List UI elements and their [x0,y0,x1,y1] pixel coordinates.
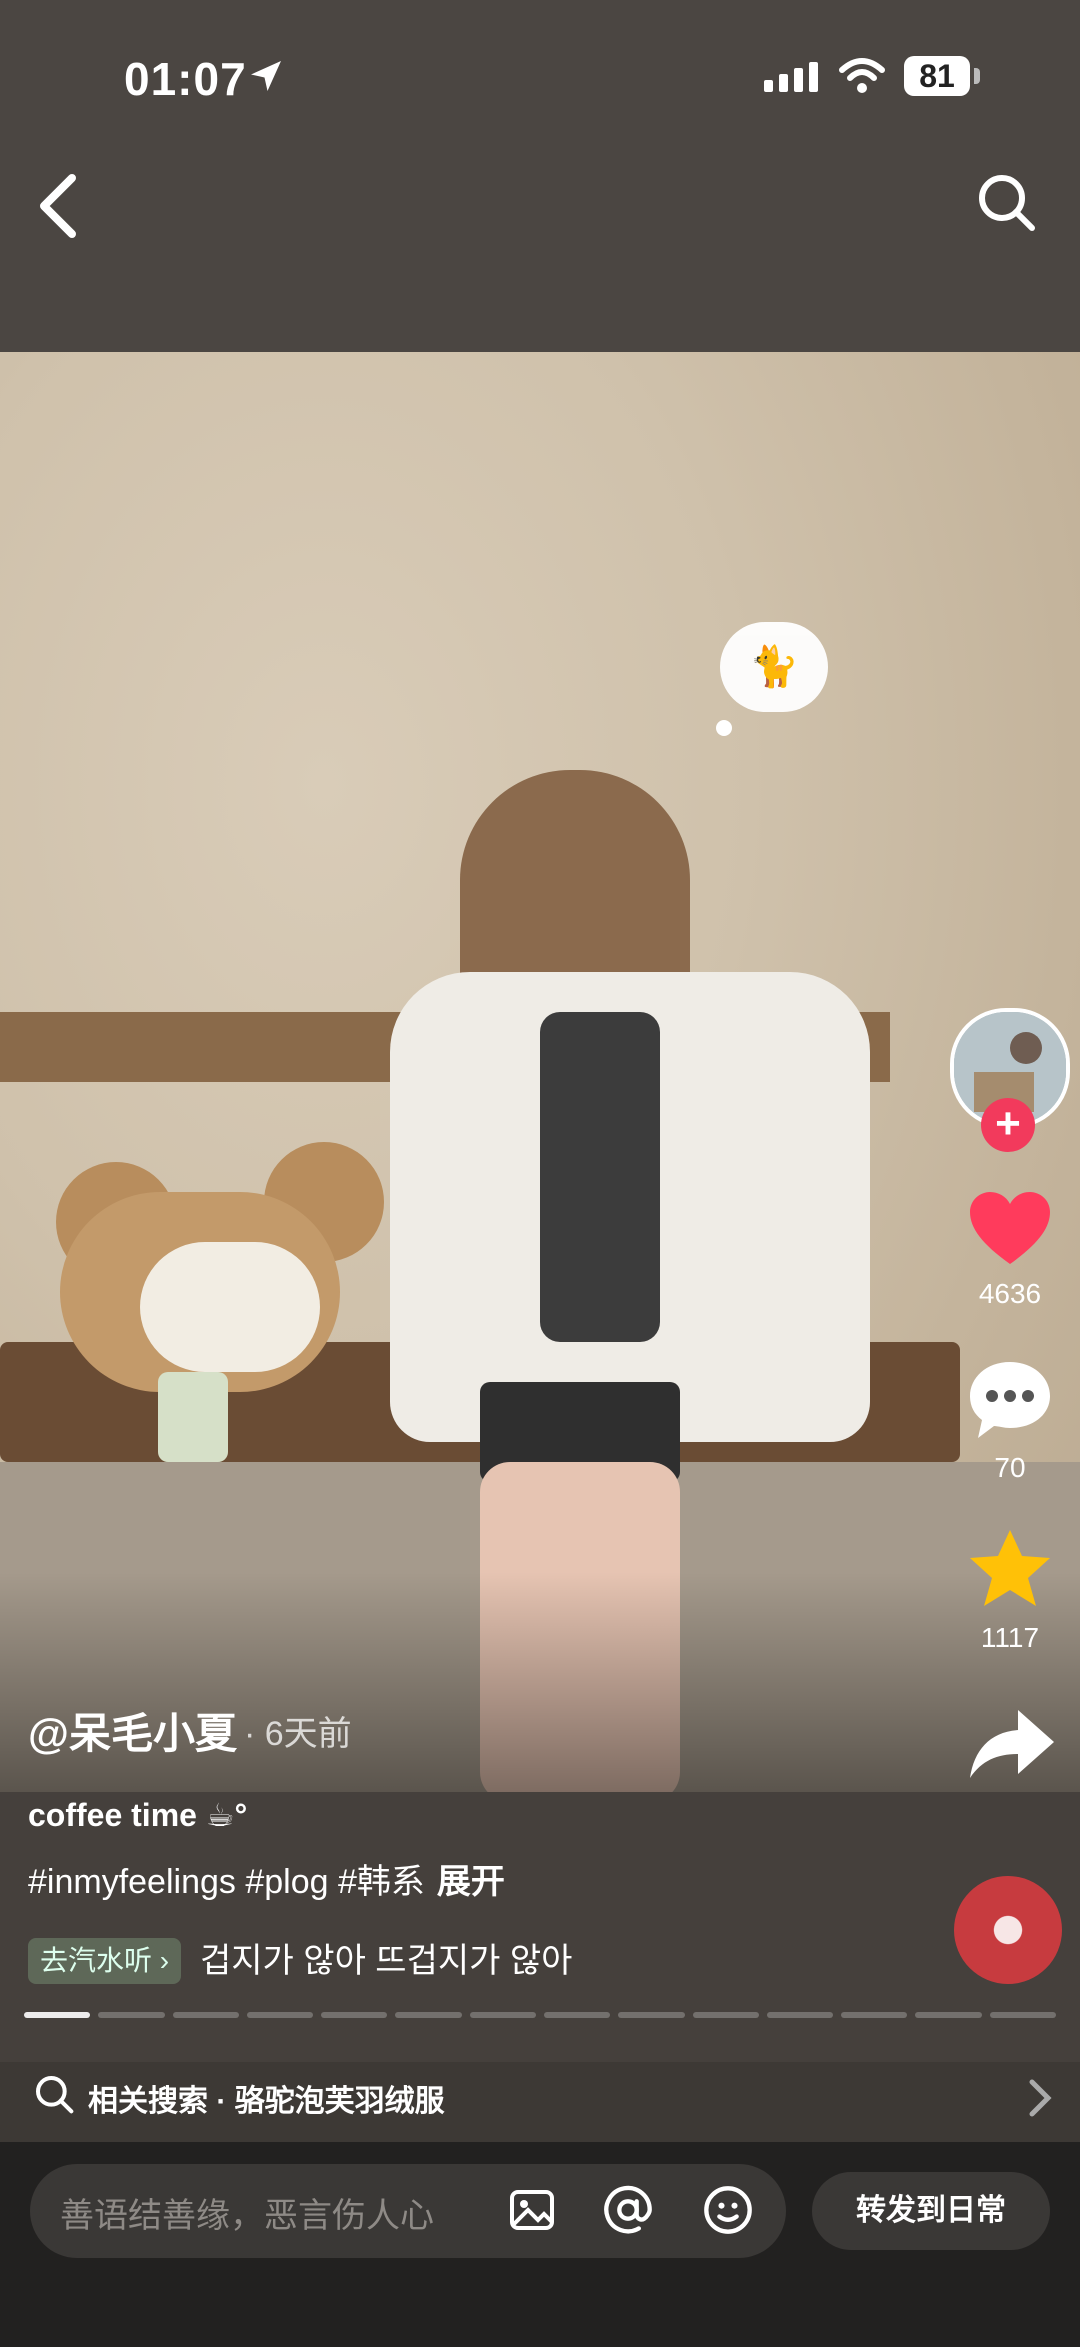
progress-segment [618,2012,685,2018]
wifi-icon [839,58,885,93]
progress-segment [24,2012,91,2018]
chevron-right-icon[interactable] [1028,2078,1052,2118]
post-photo[interactable]: 🐈 [0,352,1080,1792]
search-icon[interactable] [976,172,1036,232]
location-arrow-icon [251,61,281,91]
music-disc[interactable] [954,1876,1062,1984]
progress-segment [469,2012,536,2018]
author-name[interactable]: @呆毛小夏 [28,1700,237,1761]
progress-segment [692,2012,759,2018]
share-arrow-icon[interactable] [966,1706,1056,1782]
progress-segment [246,2012,314,2018]
emoji-icon[interactable] [702,2184,754,2236]
progress-segment [172,2012,239,2018]
progress-segment [841,2012,908,2018]
status-bar: 01:07 81 [0,0,1080,160]
thought-bubble: 🐈 [720,622,828,712]
music-app-badge[interactable]: 去汽水听 › [28,1938,182,1984]
teddy-bear-face [140,1242,320,1372]
progress-segment [915,2012,982,2018]
expand-link[interactable]: 展开 [437,1863,505,1901]
comment-count: 70 [994,1452,1026,1483]
thought-bubble-dot [716,720,732,736]
progress-segment [98,2012,165,2018]
progress-segment [989,2012,1056,2018]
status-time: 01:07 [124,53,247,105]
favorite-count: 1117 [980,1622,1040,1653]
progress-segment [766,2012,834,2018]
related-search-text[interactable]: 相关搜索 · 骆驼泡芙羽绒服 [88,2076,445,2120]
comment-bubble-icon[interactable] [966,1358,1054,1442]
post-tags[interactable]: #inmyfeelings #plog #韩系 展开 [28,1854,505,1903]
battery-level: 81 [904,56,970,96]
music-title[interactable]: 겁지가 않아 뜨겁지가 않아 [200,1938,572,1984]
hashtags[interactable]: #inmyfeelings #plog #韩系 [28,1863,425,1901]
progress-segment [321,2012,388,2018]
heart-icon[interactable] [966,1188,1054,1268]
post-time: · 6天前 [244,1715,352,1753]
cellular-signal-icon [764,62,818,92]
like-count: 4636 [978,1278,1042,1309]
post-caption: coffee time ☕︎° [28,1797,248,1833]
progress-segment [543,2012,611,2018]
at-mention-icon[interactable] [602,2184,654,2236]
forward-to-daily-button[interactable]: 转发到日常 [812,2172,1050,2250]
drink-cup [158,1372,228,1462]
follow-button[interactable]: + [981,1098,1035,1152]
battery-tip [974,68,980,84]
star-favorite-icon[interactable] [966,1526,1054,1610]
progress-segment [395,2012,462,2018]
comment-placeholder[interactable]: 善语结善缘，恶言伤人心 [60,2188,434,2237]
search-icon [36,2076,74,2114]
girl-vest [540,1012,660,1342]
back-chevron-icon[interactable] [36,170,84,242]
image-carousel-progress [24,2012,1056,2018]
image-picker-icon[interactable] [508,2186,556,2234]
